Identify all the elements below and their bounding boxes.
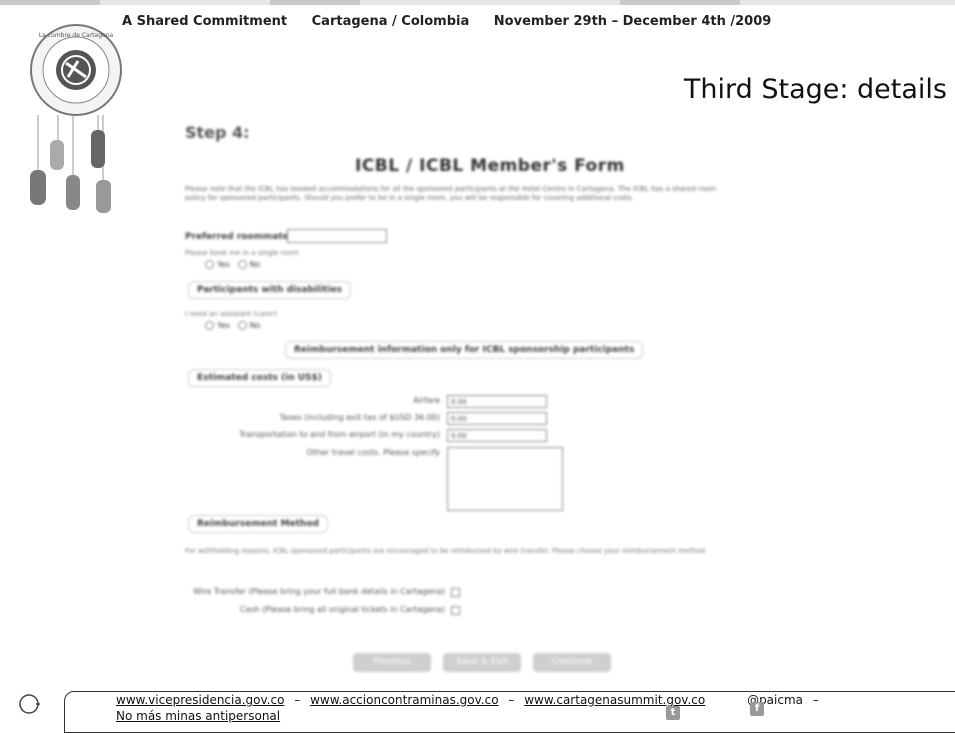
footer-separator: – <box>508 693 515 707</box>
cash-checkbox[interactable] <box>451 606 460 615</box>
transport-label: Transportation to and from airport (in m… <box>239 430 440 439</box>
save-exit-button[interactable]: Save & Exit <box>443 653 521 672</box>
disability-section: Participants with disabilities <box>188 281 352 299</box>
other-costs-textarea[interactable] <box>447 447 563 511</box>
assistant-radios: Yes No <box>205 321 260 330</box>
reimbursement-section: Reimbursement information only for ICBL … <box>285 341 644 359</box>
header-location: Cartagena / Colombia <box>311 14 470 29</box>
summit-logo: La cumbre de Cartagena <box>30 24 122 213</box>
slide-title: Third Stage: details <box>683 74 947 105</box>
previous-button[interactable]: Previous <box>353 653 431 672</box>
assistant-question: I need an assistant (carer) <box>185 310 278 318</box>
other-costs-label: Other travel costs. Please specify <box>306 448 440 457</box>
cash-label: Cash (Please bring all original tickets … <box>239 605 445 614</box>
assistant-yes-radio[interactable] <box>205 321 214 330</box>
form-intro: Please note that the ICBL has booked acc… <box>185 185 717 202</box>
step-heading: Step 4: <box>185 123 250 142</box>
preferred-roommate-input[interactable] <box>287 229 387 243</box>
yes-label: Yes <box>217 321 230 330</box>
estimated-costs-section: Estimated costs (in US$) <box>188 369 331 387</box>
single-room-radios: Yes No <box>205 260 260 269</box>
taxes-input[interactable]: 0.00 <box>447 412 547 425</box>
method-section: Reimbursement Method <box>188 515 328 533</box>
twitter-icon[interactable]: t <box>666 706 680 720</box>
single-room-no-radio[interactable] <box>237 260 247 269</box>
header-dates: November 29th – December 4th /2009 <box>493 14 772 29</box>
footer-links: www.vicepresidencia.gov.co – www.accionc… <box>116 693 825 707</box>
yes-label: Yes <box>217 260 230 269</box>
footer-link-accioncontraminas[interactable]: www.accioncontraminas.gov.co <box>310 693 498 707</box>
footer-slogan[interactable]: No más minas antipersonal <box>116 709 280 723</box>
airfare-input[interactable]: 0.00 <box>447 395 547 408</box>
no-label: No <box>249 260 261 269</box>
single-room-yes-radio[interactable] <box>205 260 214 269</box>
preferred-roommate-label: Preferred roommate <box>185 232 289 242</box>
footer-circle-icon <box>19 694 40 714</box>
wire-transfer-label: Wire Transfer (Please bring your full ba… <box>193 587 445 596</box>
airfare-label: Airfare <box>413 396 440 405</box>
no-label: No <box>249 321 261 330</box>
method-note: For withholding reasons, ICBL sponsored … <box>185 547 706 555</box>
footer-slogan-wrap: No más minas antipersonal <box>116 709 280 723</box>
svg-text:La cumbre de Cartagena: La cumbre de Cartagena <box>39 32 114 39</box>
header-line <box>0 0 955 5</box>
footer-separator: – <box>812 693 819 707</box>
footer-link-vicepresidencia[interactable]: www.vicepresidencia.gov.co <box>116 693 284 707</box>
footer-separator: – <box>294 693 301 707</box>
footer-link-cartagenasummit[interactable]: www.cartagenasummit.gov.co <box>524 693 705 707</box>
facebook-icon[interactable]: f <box>750 702 764 716</box>
continue-button[interactable]: Continue <box>533 653 611 672</box>
header-bar: A Shared Commitment Cartagena / Colombia… <box>122 14 791 29</box>
assistant-no-radio[interactable] <box>237 321 247 330</box>
form-title: ICBL / ICBL Member's Form <box>355 156 625 176</box>
transport-input[interactable]: 0.00 <box>447 429 547 442</box>
taxes-label: Taxes (including exit tax of $USD 36.00) <box>279 413 440 422</box>
single-room-question: Please book me in a single room <box>185 249 299 257</box>
wire-transfer-checkbox[interactable] <box>451 588 460 597</box>
